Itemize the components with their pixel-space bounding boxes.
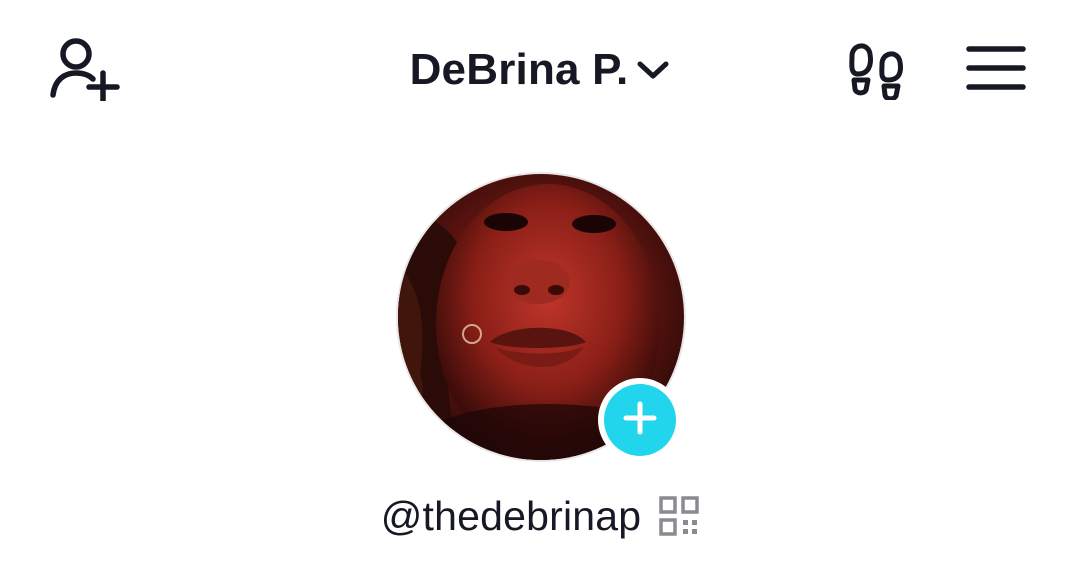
add-friend-icon [47,35,121,106]
add-profile-photo-button[interactable] [598,378,682,462]
account-name: DeBrina P. [409,45,629,94]
profile-views-button[interactable] [840,36,912,106]
plus-icon [623,401,657,440]
username-row: @thedebrinap [340,486,740,546]
qr-code-icon[interactable] [659,496,700,536]
menu-button[interactable] [960,40,1032,100]
footprints-icon [844,38,908,105]
avatar-container [398,174,684,462]
chevron-down-icon [636,59,670,81]
top-navigation-bar: DeBrina P. [0,0,1080,140]
account-switcher[interactable]: DeBrina P. [380,38,700,102]
profile-screen: DeBrina P. @thedebrinap [0,0,1080,577]
add-friend-button[interactable] [44,34,124,106]
hamburger-menu-icon [965,43,1027,98]
username: @thedebrinap [380,492,642,539]
plus-badge [604,384,676,456]
